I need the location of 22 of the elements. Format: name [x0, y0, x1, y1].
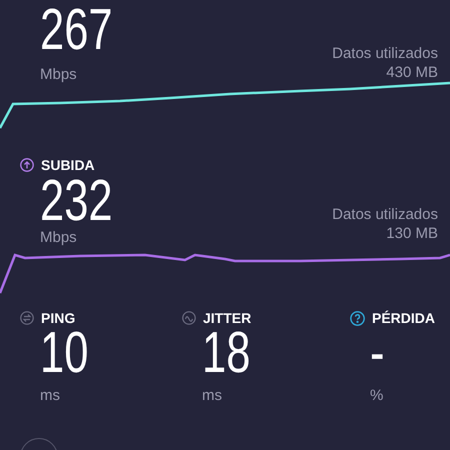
stat-value: 18 [202, 327, 250, 379]
data-used-amount: 430 MB [386, 63, 438, 82]
unit-label: Mbps [40, 65, 78, 85]
unit-label: % [370, 386, 384, 406]
download-speed: 267 [40, 4, 113, 56]
help-icon[interactable] [350, 310, 365, 326]
stat-label: PÉRDIDA [372, 308, 436, 328]
upload-icon [20, 158, 34, 172]
stat-label: JITTER [203, 308, 252, 328]
arrows-icon [20, 311, 34, 325]
data-used-amount: 130 MB [386, 224, 438, 243]
wave-icon [182, 311, 196, 325]
stat-value: - [370, 327, 384, 379]
stat-label: PING [41, 308, 76, 328]
upload-speed: 232 [40, 175, 113, 227]
unit-label: Mbps [40, 228, 78, 248]
stat-value: 10 [40, 327, 88, 379]
data-used-label: Datos utilizados [332, 205, 438, 224]
upload-label: SUBIDA [41, 156, 95, 174]
unit-label: ms [202, 386, 223, 406]
unit-label: ms [40, 386, 61, 406]
data-used-label: Datos utilizados [332, 44, 438, 63]
